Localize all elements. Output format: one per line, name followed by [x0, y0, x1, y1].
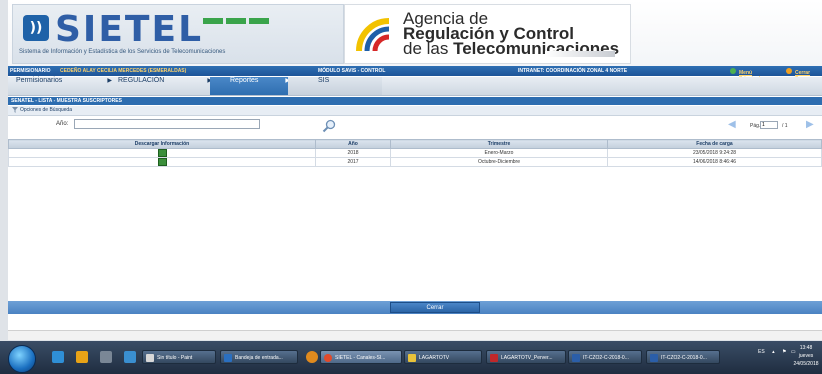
task-lagartotv-pdf[interactable]: LAGARTOTV_Perver... — [486, 350, 566, 364]
task-label: Bandeja de entrada... — [235, 355, 283, 361]
page-input[interactable] — [760, 121, 778, 129]
menu-item-label: REGULACIÓN — [118, 77, 165, 84]
menu-item-permisionarios[interactable]: Permisionarios ▶ — [8, 77, 118, 95]
firefox-icon — [324, 354, 332, 362]
task-paint[interactable]: Sin título - Paint — [142, 350, 216, 364]
quarter-cell: Octubre-Diciembre — [390, 157, 608, 167]
task-label: LAGARTOTV_Perver... — [501, 355, 553, 361]
paint-icon — [146, 354, 154, 362]
pager: ◀ Pág. / 1 ▶ — [720, 120, 822, 132]
task-label: SIETEL - Canales-SI... — [335, 355, 386, 361]
col-header-year: Año — [315, 139, 391, 149]
agency-tail-decoration — [545, 51, 615, 57]
excel-download-icon[interactable] — [157, 149, 167, 157]
bottom-bar: Cerrar — [8, 301, 822, 314]
browser-icon[interactable] — [124, 351, 136, 363]
year-label: Año: — [56, 121, 69, 127]
col-header-quarter: Trimestre — [390, 139, 608, 149]
ie-icon[interactable] — [52, 351, 64, 363]
start-button[interactable] — [8, 345, 36, 373]
info-bar: PERMISIONARIO CEDEÑO ALAY CECILIA MERCED… — [8, 66, 822, 82]
menu-item-label: SIS — [318, 77, 330, 84]
next-page-icon[interactable]: ▶ — [806, 120, 820, 130]
browser-content: )) SIETEL Sistema de Información y Estad… — [8, 0, 822, 340]
explorer-icon[interactable] — [76, 351, 88, 363]
logout-icon — [786, 68, 792, 74]
sietel-logo-box: )) SIETEL Sistema de Información y Estad… — [12, 4, 344, 64]
task-label: IT-CZO2-C-2018-0... — [661, 355, 707, 361]
menu-item-sis[interactable]: SIS — [288, 77, 382, 95]
results-table: Descargar Información Año Trimestre Fech… — [8, 139, 822, 167]
table-row: 2018 Enero-Marzo 23/05/2018 9:24:28 — [8, 148, 822, 158]
year-input[interactable] — [74, 119, 260, 129]
clock[interactable]: 13:48 jueves 24/05/2018 — [790, 344, 822, 368]
home-icon — [730, 68, 736, 74]
search-icon[interactable] — [322, 119, 336, 133]
word-icon — [572, 354, 580, 362]
task-word-2[interactable]: IT-CZO2-C-2018-0... — [646, 350, 720, 364]
filter-row: Año: — [8, 116, 822, 136]
close-button[interactable]: Cerrar — [390, 302, 480, 313]
folder-icon — [408, 354, 416, 362]
task-outlook[interactable]: Bandeja de entrada... — [220, 350, 298, 364]
task-label: LAGARTOTV — [419, 355, 450, 361]
page-label: Pág. — [750, 123, 761, 129]
task-lagartotv[interactable]: LAGARTOTV — [404, 350, 482, 364]
chevron-up-icon[interactable]: ▴ — [772, 349, 775, 355]
language-indicator[interactable]: ES — [758, 349, 765, 355]
pdf-icon — [490, 354, 498, 362]
agency-logo-box: Agencia de Regulación y Control de las T… — [344, 4, 631, 64]
taskbar: Sin título - Paint Bandeja de entrada...… — [0, 341, 822, 374]
flag-icon[interactable]: ⚑ — [782, 349, 786, 355]
menu-bar: Permisionarios ▶ REGULACIÓN ▶ Reportes ▶… — [8, 77, 822, 96]
agency-emblem-icon — [356, 18, 390, 52]
year-cell: 2018 — [315, 148, 391, 158]
task-label: Sin título - Paint — [157, 355, 193, 361]
chrome-icon[interactable] — [306, 351, 318, 363]
outlook-icon — [224, 354, 232, 362]
menu-item-label: Reportes — [230, 77, 259, 84]
date-cell: 14/06/2018 8:46:46 — [607, 157, 822, 167]
prev-page-icon[interactable]: ◀ — [728, 120, 742, 130]
col-header-date: Fecha de carga — [607, 139, 822, 149]
clock-time: 13:48 — [799, 345, 813, 351]
sietel-emblem-icon: )) — [23, 15, 49, 41]
table-row: 2017 Octubre-Diciembre 14/06/2018 8:46:4… — [8, 157, 822, 167]
download-cell — [8, 157, 316, 167]
sietel-wordmark: SIETEL — [55, 9, 204, 50]
date-cell: 23/05/2018 9:24:28 — [607, 148, 822, 158]
col-header-download: Descargar Información — [8, 139, 316, 149]
horizontal-scrollbar[interactable] — [8, 330, 822, 340]
home-link[interactable]: Menú Principal — [730, 68, 760, 82]
section-title: SENATEL - LISTA - MUESTRA SUSCRIPTORES — [8, 97, 822, 105]
clock-date: 24/05/2018 — [793, 361, 819, 367]
table-header-row: Descargar Información Año Trimestre Fech… — [8, 139, 822, 149]
logout-link[interactable]: Cerrar Ses — [786, 68, 810, 82]
app-icon[interactable] — [100, 351, 112, 363]
intranet-name: INTRANET: COORDINACIÓN ZONAL 4 NORTE — [518, 68, 628, 74]
menu-item-reportes[interactable]: Reportes ▶ — [210, 77, 296, 95]
task-word-1[interactable]: IT-CZO2-C-2018-0... — [568, 350, 642, 364]
sietel-subtitle: Sistema de Información y Estadística de … — [19, 49, 226, 55]
header-banner: )) SIETEL Sistema de Información y Estad… — [8, 0, 822, 66]
search-options-label: Opciones de Búsqueda — [20, 107, 72, 113]
user-name: CEDEÑO ALAY CECILIA MERCEDES (ESMERALDAS… — [60, 68, 187, 74]
excel-download-icon[interactable] — [157, 158, 167, 166]
clock-day: jueves — [798, 353, 814, 359]
download-cell — [8, 148, 316, 158]
page-total: / 1 — [782, 123, 788, 129]
agency-name-line3a: de las — [403, 39, 454, 58]
sietel-bars-decoration — [203, 11, 273, 24]
search-options-toggle[interactable]: Opciones de Búsqueda — [8, 106, 822, 116]
task-label: IT-CZO2-C-2018-0... — [583, 355, 629, 361]
module-name: MÓDULO SAVIS - CONTROL — [318, 68, 386, 74]
quarter-cell: Enero-Marzo — [390, 148, 608, 158]
user-label: PERMISIONARIO — [10, 68, 51, 74]
task-sietel[interactable]: SIETEL - Canales-SI... — [320, 350, 402, 364]
word-icon — [650, 354, 658, 362]
menu-item-regulacion[interactable]: REGULACIÓN ▶ — [110, 77, 218, 95]
year-cell: 2017 — [315, 157, 391, 167]
menu-item-label: Permisionarios — [16, 77, 63, 84]
